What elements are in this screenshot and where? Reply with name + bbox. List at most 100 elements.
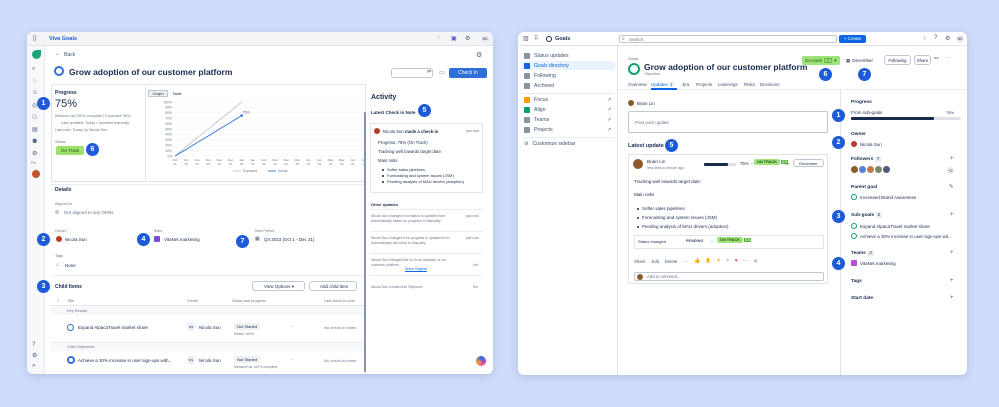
gear-icon[interactable]: ⚙ <box>32 150 37 157</box>
sidebar-toggle-icon[interactable]: ▥ <box>523 35 529 42</box>
activity-scrollbar[interactable] <box>364 112 366 372</box>
tab-learnings[interactable]: Learnings <box>718 82 738 87</box>
search-input[interactable]: ⌕ Search <box>619 35 837 43</box>
share-icon[interactable]: ⇌ <box>427 69 431 75</box>
comment-icon[interactable]: ▭ <box>439 69 445 76</box>
copilot-icon[interactable] <box>476 356 486 366</box>
sidebar-item-projects[interactable]: Projects <box>524 127 553 133</box>
add-child-button[interactable]: Add child item <box>309 281 357 291</box>
status-button[interactable]: On track 0.6 ▾ <box>802 56 840 65</box>
settings-gear-icon[interactable]: ⚙ <box>476 51 482 59</box>
owner-value[interactable]: Nicola Sun <box>860 142 882 147</box>
share-button[interactable]: Share <box>914 55 931 65</box>
add-date-icon[interactable]: + <box>950 295 954 301</box>
external-link-icon[interactable]: ↗ <box>607 117 611 123</box>
more-reactions-icon[interactable]: ⋯ <box>743 258 748 264</box>
tab-decisions[interactable]: Decisions <box>760 82 780 87</box>
party-icon[interactable]: ✧ <box>726 258 730 264</box>
external-link-icon[interactable]: ↗ <box>607 127 611 133</box>
table-tab[interactable]: Table <box>168 90 186 97</box>
comment-input[interactable]: Add a comment... <box>634 272 824 281</box>
breadcrumb[interactable]: Goals <box>628 56 638 61</box>
tab-projects[interactable]: Projects <box>696 82 712 87</box>
sidebar-customize[interactable]: ⚙ Customize sidebar <box>524 141 575 147</box>
date-button[interactable]: ▦ December <box>846 56 880 65</box>
bell-icon[interactable]: ♢ <box>32 78 37 85</box>
sidebar-item-teams[interactable]: Teams <box>524 117 549 123</box>
graph-tab[interactable]: Graph <box>148 90 168 97</box>
tab-overview[interactable]: Overview <box>628 82 647 87</box>
celebrate-icon[interactable]: ✦ <box>716 258 720 264</box>
chevron-right-icon[interactable]: › <box>57 298 59 304</box>
tab-jira[interactable]: Jira <box>682 82 689 87</box>
org-avatar[interactable] <box>32 170 40 178</box>
search-icon[interactable]: ⌕ <box>32 66 35 73</box>
sidebar-item-focus[interactable]: Focus <box>524 97 548 103</box>
status-badge[interactable]: On Track <box>56 146 85 155</box>
people-icon[interactable]: ⚇ <box>32 114 37 121</box>
team-value[interactable]: VitaNet marketing <box>164 237 200 242</box>
avatar[interactable]: NS <box>481 35 489 43</box>
sidebar-item-align[interactable]: Align <box>524 107 546 113</box>
add-team-icon[interactable]: + <box>950 250 954 256</box>
help-icon[interactable]: ? <box>32 342 35 348</box>
sidebar-item-following[interactable]: Following <box>524 73 556 79</box>
bulb-icon[interactable]: ◌ <box>437 35 441 41</box>
view-options-button[interactable]: View Options ▾ <box>252 281 305 291</box>
expand-icon[interactable]: » <box>32 363 35 369</box>
app-launcher-icon[interactable]: ⠿ <box>32 35 37 43</box>
tags-value[interactable]: None <box>65 263 76 268</box>
add-subgoal-icon[interactable]: + <box>950 212 954 218</box>
post-update-input[interactable]: Post your update <box>628 111 828 133</box>
app-switcher-icon[interactable]: ⠿ <box>534 35 538 42</box>
chart-icon[interactable]: ▤ <box>32 126 38 133</box>
x-tick-label: 01 <box>262 162 266 166</box>
add-tag-icon[interactable]: + <box>950 278 954 284</box>
teams-icon[interactable]: ▣ <box>451 35 457 42</box>
followers-more[interactable]: +2 <box>947 167 954 174</box>
bell-icon[interactable]: ♢ <box>922 35 927 42</box>
help-icon[interactable]: ? <box>934 35 937 41</box>
avatar[interactable]: NS <box>956 35 964 43</box>
more-icon[interactable]: ⋯ <box>683 259 687 265</box>
external-link-icon[interactable]: ↗ <box>607 97 611 103</box>
owner-value[interactable]: Nicola Sun <box>65 237 87 242</box>
create-button[interactable]: + Create <box>839 35 866 43</box>
show-original-link[interactable]: Show Original <box>405 267 427 271</box>
back-link[interactable]: Back <box>64 52 75 58</box>
edit-icon[interactable]: ✎ <box>949 184 954 190</box>
settings-icon[interactable]: ⚙ <box>465 35 470 42</box>
following-button[interactable]: Following <box>884 55 911 65</box>
heart-icon[interactable]: ♥ <box>735 258 738 264</box>
settings-icon[interactable]: ⚙ <box>945 35 950 42</box>
checkin-button[interactable]: Check In <box>449 68 487 78</box>
team-value[interactable]: VitaNet marketing <box>860 261 896 266</box>
period-value[interactable]: Q4 2023 (Oct 1 - Dec 31) <box>264 237 315 242</box>
edit-action[interactable]: Edit <box>651 259 658 265</box>
sidebar-item-status-updates[interactable]: Status updates <box>524 53 569 59</box>
clap-icon[interactable]: ✋ <box>705 258 711 264</box>
group-icon[interactable]: ⚉ <box>32 138 37 145</box>
back-arrow-icon[interactable]: ← <box>55 51 61 57</box>
parent-value[interactable]: Increased Brand Awareness <box>860 195 916 200</box>
delete-action[interactable]: Delete <box>665 259 677 265</box>
follower-avatars[interactable] <box>851 166 890 173</box>
kr-title[interactable]: Expand AlpacaTravel market share <box>78 325 148 330</box>
co-title[interactable]: Achieve a 30% increase in user sign-ups … <box>78 358 172 363</box>
add-reaction-icon[interactable]: ☺ <box>753 258 758 264</box>
sidebar-item-archived[interactable]: Archived <box>524 83 554 89</box>
tab-updates[interactable]: Updates 1 <box>651 82 674 87</box>
subgoal-2[interactable]: Achieve a 30% increase in user sign-ups … <box>860 234 952 239</box>
more-icon[interactable]: ⋯ <box>946 56 952 62</box>
subgoal-1[interactable]: Expand AlpacaTravel market share <box>860 224 930 229</box>
tab-risks[interactable]: Risks <box>744 82 755 87</box>
star-icon <box>524 73 530 79</box>
link-icon[interactable]: ⚯ <box>934 56 939 62</box>
settings-rail-icon[interactable]: ⚙ <box>32 352 37 359</box>
person-icon[interactable]: ☺ <box>32 90 38 96</box>
external-link-icon[interactable]: ↗ <box>607 107 611 113</box>
sidebar-item-goals-directory[interactable]: Goals directory <box>524 63 569 69</box>
add-follower-icon[interactable]: + <box>950 156 954 162</box>
share-action[interactable]: Share <box>634 259 645 265</box>
thumbs-up-icon[interactable]: 👍 <box>694 258 700 264</box>
